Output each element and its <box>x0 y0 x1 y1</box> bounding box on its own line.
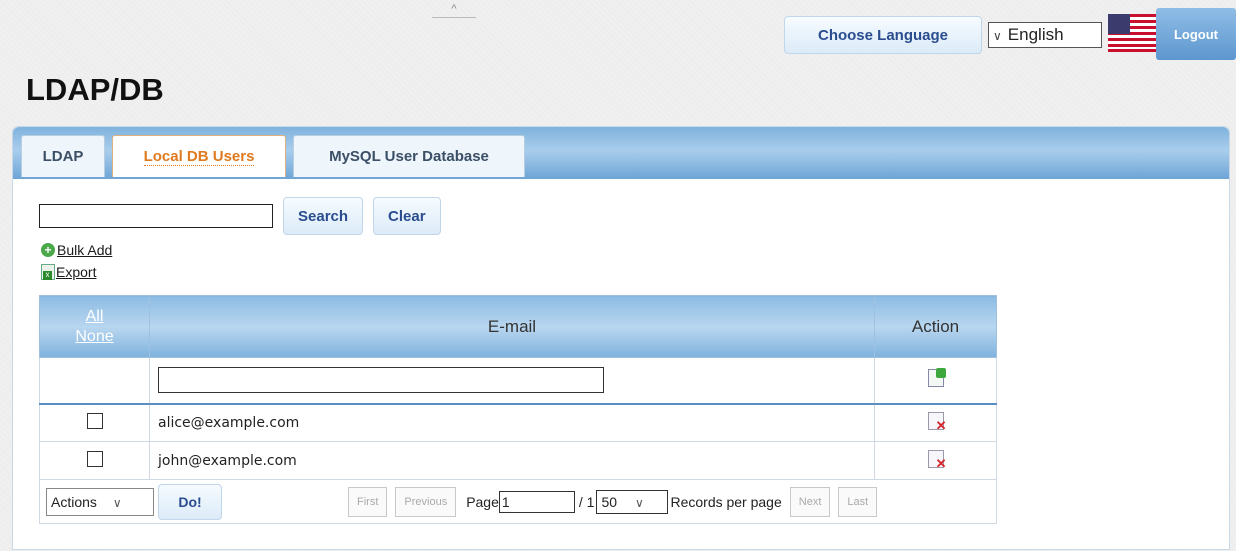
table-footer-row: Actions ∨ Do! First Previous Page 1 / 1 … <box>39 479 997 524</box>
select-column-header: All None <box>39 295 150 358</box>
email-cell: john@example.com <box>149 441 875 480</box>
row-checkbox[interactable] <box>86 412 103 429</box>
page-label: Page <box>466 493 499 510</box>
new-email-input[interactable] <box>158 367 604 394</box>
search-button[interactable]: Search <box>283 197 364 235</box>
new-user-row <box>39 357 997 405</box>
add-icon: + <box>41 243 55 257</box>
email-column-header[interactable]: E-mail <box>149 295 875 358</box>
language-select-value: English <box>1007 25 1064 44</box>
collapse-handle[interactable]: ^ <box>432 4 476 18</box>
page-title: LDAP/DB <box>26 72 164 107</box>
do-button[interactable]: Do! <box>158 483 222 520</box>
delete-user-icon[interactable] <box>927 411 946 432</box>
tab-label: MySQL User Database <box>329 148 489 165</box>
first-page-button[interactable]: First <box>348 486 388 517</box>
chevron-down-icon: ∨ <box>112 495 122 510</box>
tab-ldap[interactable]: LDAP <box>21 135 105 177</box>
chevron-down-icon: ∨ <box>993 29 1002 43</box>
select-all-link[interactable]: All <box>41 307 148 327</box>
choose-language-button[interactable]: Choose Language <box>784 16 982 54</box>
language-select[interactable]: ∨ English <box>988 22 1102 48</box>
us-flag-icon <box>1108 14 1156 52</box>
content-panel: LDAP Local DB Users MySQL User Database … <box>12 126 1230 550</box>
email-cell: alice@example.com <box>149 403 875 442</box>
bulk-add-link[interactable]: Bulk Add <box>57 242 112 258</box>
chevron-down-icon: ∨ <box>634 495 644 510</box>
add-user-icon[interactable] <box>927 368 946 388</box>
tab-label: Local DB Users <box>143 148 255 166</box>
tab-mysql-user-database[interactable]: MySQL User Database <box>293 135 525 177</box>
records-per-page-label: Records per page <box>670 493 782 510</box>
users-table: All None E-mail Action alice@example.com… <box>39 295 997 524</box>
page-total: / 1 <box>578 493 595 510</box>
action-links: +Bulk Add Export <box>41 239 112 283</box>
delete-user-icon[interactable] <box>927 449 946 470</box>
tab-bar: LDAP Local DB Users MySQL User Database <box>13 127 1229 179</box>
previous-page-button[interactable]: Previous <box>395 486 457 517</box>
records-per-page-select[interactable]: 50 ∨ <box>596 489 669 514</box>
clear-button[interactable]: Clear <box>373 197 441 235</box>
page-number-input[interactable]: 1 <box>498 490 575 513</box>
row-checkbox[interactable] <box>86 450 103 467</box>
tab-label: LDAP <box>42 148 84 165</box>
action-column-header: Action <box>874 295 997 358</box>
excel-export-icon <box>41 264 55 280</box>
last-page-button[interactable]: Last <box>838 486 878 517</box>
tab-local-db-users[interactable]: Local DB Users <box>112 135 286 177</box>
select-none-link[interactable]: None <box>41 327 148 347</box>
table-row: alice@example.com <box>39 403 997 442</box>
table-header-row: All None E-mail Action <box>39 295 997 358</box>
actions-select-value: Actions <box>51 493 97 510</box>
export-link[interactable]: Export <box>56 264 96 280</box>
table-row: john@example.com <box>39 441 997 480</box>
pagination-bar: Actions ∨ Do! First Previous Page 1 / 1 … <box>46 483 990 520</box>
search-row: Search Clear <box>39 197 441 235</box>
logout-button[interactable]: Logout <box>1156 8 1236 60</box>
actions-select[interactable]: Actions ∨ <box>46 487 154 516</box>
search-input[interactable] <box>39 204 273 228</box>
records-per-page-value: 50 <box>601 493 618 510</box>
empty-cell <box>39 357 150 405</box>
next-page-button[interactable]: Next <box>789 486 831 517</box>
